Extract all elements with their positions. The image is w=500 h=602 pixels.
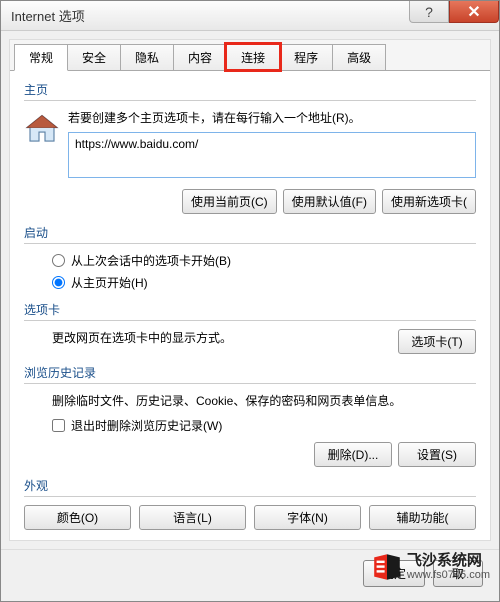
window-title: Internet 选项 (1, 6, 409, 25)
general-panel: 主页 若要创建多个主页选项卡，请在每行输入一个地址(R)。 使用当前页(C) 使… (10, 71, 490, 540)
internet-options-dialog: Internet 选项 ? ✕ 常规 安全 隐私 内容 连接 程序 高级 主页 (0, 0, 500, 602)
appearance-title: 外观 (24, 477, 476, 494)
history-title: 浏览历史记录 (24, 364, 476, 381)
titlebar: Internet 选项 ? ✕ (1, 1, 499, 31)
radio-home-label: 从主页开始(H) (71, 274, 148, 291)
history-section: 浏览历史记录 删除临时文件、历史记录、Cookie、保存的密码和网页表单信息。 … (24, 364, 476, 467)
watermark: 飞沙系统网 www.fs0745.com (371, 551, 490, 583)
colors-button[interactable]: 颜色(O) (24, 505, 131, 530)
homepage-buttons: 使用当前页(C) 使用默认值(F) 使用新选项卡( (24, 189, 476, 214)
homepage-row: 若要创建多个主页选项卡，请在每行输入一个地址(R)。 (24, 109, 476, 181)
divider (24, 383, 476, 384)
homepage-title: 主页 (24, 81, 476, 98)
divider (24, 320, 476, 321)
tabs-section: 选项卡 更改网页在选项卡中的显示方式。 选项卡(T) (24, 301, 476, 354)
use-default-button[interactable]: 使用默认值(F) (283, 189, 376, 214)
accessibility-button[interactable]: 辅助功能( (369, 505, 476, 530)
dialog-content: 常规 安全 隐私 内容 连接 程序 高级 主页 若要创建多个主页选项卡，请在每行… (9, 39, 491, 541)
watermark-logo-icon (371, 551, 403, 583)
homepage-right: 若要创建多个主页选项卡，请在每行输入一个地址(R)。 (68, 109, 476, 181)
tabs-desc: 更改网页在选项卡中的显示方式。 (52, 329, 232, 346)
tabs-button[interactable]: 选项卡(T) (398, 329, 476, 354)
radio-last-session-label: 从上次会话中的选项卡开始(B) (71, 252, 231, 269)
help-icon: ? (425, 4, 433, 20)
close-icon: ✕ (467, 2, 480, 22)
startup-title: 启动 (24, 224, 476, 241)
window-controls: ? ✕ (409, 1, 499, 30)
homepage-input[interactable] (68, 132, 476, 178)
radio-home[interactable] (52, 276, 65, 289)
watermark-url: www.fs0745.com (407, 569, 490, 581)
divider (24, 100, 476, 101)
tab-security[interactable]: 安全 (67, 44, 121, 70)
radio-last-session[interactable] (52, 254, 65, 267)
tab-advanced[interactable]: 高级 (332, 44, 386, 70)
divider (24, 243, 476, 244)
tabstrip: 常规 安全 隐私 内容 连接 程序 高级 (10, 40, 490, 71)
delete-button[interactable]: 删除(D)... (314, 442, 392, 467)
tab-content[interactable]: 内容 (173, 44, 227, 70)
tab-programs[interactable]: 程序 (279, 44, 333, 70)
delete-on-exit-checkbox[interactable] (52, 419, 65, 432)
languages-button[interactable]: 语言(L) (139, 505, 246, 530)
tab-privacy[interactable]: 隐私 (120, 44, 174, 70)
delete-on-exit-row[interactable]: 退出时删除浏览历史记录(W) (52, 417, 476, 434)
watermark-title: 飞沙系统网 (407, 553, 490, 570)
use-new-tab-button[interactable]: 使用新选项卡( (382, 189, 476, 214)
tabs-section-title: 选项卡 (24, 301, 476, 318)
delete-on-exit-label: 退出时删除浏览历史记录(W) (71, 417, 222, 434)
divider (24, 496, 476, 497)
close-button[interactable]: ✕ (449, 1, 499, 23)
radio-last-session-row[interactable]: 从上次会话中的选项卡开始(B) (52, 252, 476, 269)
history-desc: 删除临时文件、历史记录、Cookie、保存的密码和网页表单信息。 (52, 392, 476, 409)
appearance-section: 外观 颜色(O) 语言(L) 字体(N) 辅助功能( (24, 477, 476, 530)
startup-section: 启动 从上次会话中的选项卡开始(B) 从主页开始(H) (24, 224, 476, 291)
tab-connections[interactable]: 连接 (226, 44, 280, 70)
use-current-button[interactable]: 使用当前页(C) (182, 189, 277, 214)
help-button[interactable]: ? (409, 1, 449, 23)
home-icon (24, 111, 60, 147)
history-settings-button[interactable]: 设置(S) (398, 442, 476, 467)
radio-home-row[interactable]: 从主页开始(H) (52, 274, 476, 291)
homepage-label: 若要创建多个主页选项卡，请在每行输入一个地址(R)。 (68, 109, 476, 126)
tab-general[interactable]: 常规 (14, 44, 68, 71)
fonts-button[interactable]: 字体(N) (254, 505, 361, 530)
